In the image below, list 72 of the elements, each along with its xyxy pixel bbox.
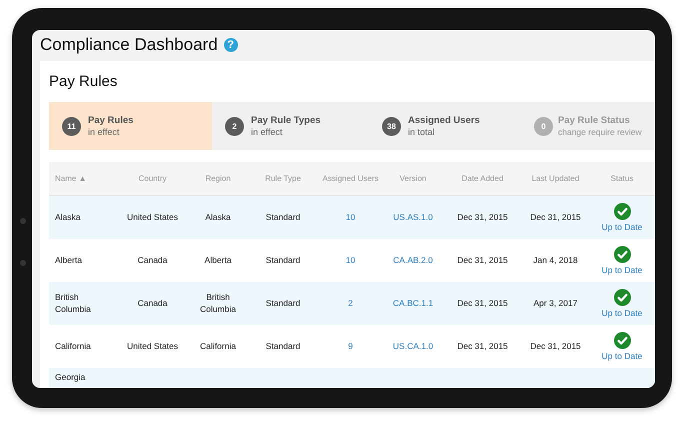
table-cell: Dec 31, 2015: [530, 340, 581, 352]
table-cell: Georgia: [55, 372, 86, 384]
table-cell: Dec 31, 2015: [457, 340, 508, 352]
table-cell: Jan 4, 2018: [533, 254, 578, 266]
table-cell-text: British Columbia: [55, 292, 92, 315]
version-link[interactable]: US.AS.1.0: [393, 212, 433, 224]
summary-subtitle: in effect: [88, 127, 120, 137]
summary-label: Assigned Users: [408, 115, 480, 126]
table-cell: Dec 31, 2015: [530, 212, 581, 224]
version-link[interactable]: CA.BC.1.1: [392, 298, 434, 310]
table-cell: Dec 31, 2015: [457, 254, 508, 266]
table-cell: Alberta: [55, 254, 82, 266]
version-link[interactable]: CA.AB.2.0: [393, 254, 433, 266]
count-badge: 0: [534, 116, 553, 136]
check-circle-icon: [614, 246, 630, 263]
table-cell: Alaska: [205, 212, 231, 224]
column-header[interactable]: Region: [205, 174, 231, 183]
table-row[interactable]: British Columbia Canada British Columbia Standard 2 CA.BC.1.1 Dec 31, 2015 Apr 3, 2017 Up to Date: [49, 282, 655, 325]
users-link[interactable]: 10: [346, 212, 356, 224]
table-cell: Canada: [138, 254, 168, 266]
version-link[interactable]: US.CA.1.0: [392, 340, 434, 352]
camera-dot-icon: [20, 260, 26, 266]
table-cell: Canada: [138, 298, 168, 310]
table-cell: Apr 3, 2017: [534, 298, 578, 310]
status-label: Up to Date: [602, 222, 642, 232]
check-circle-icon: [614, 332, 630, 349]
count-badge: 38: [382, 116, 401, 136]
table-cell: Alberta: [204, 254, 232, 266]
table-cell: Dec 31, 2015: [457, 212, 508, 224]
summary-label: Pay Rules: [88, 115, 134, 126]
status-label: Up to Date: [602, 308, 642, 318]
summary-tab[interactable]: 11 Pay Rules in effect: [49, 102, 212, 150]
summary-tab[interactable]: 38 Assigned Users in total: [369, 102, 526, 150]
table-cell: United States: [126, 212, 178, 224]
column-header[interactable]: Rule Type: [265, 174, 301, 183]
status-label: Up to Date: [602, 265, 642, 275]
table-cell: Dec 31, 2015: [457, 298, 508, 310]
help-icon[interactable]: ?: [224, 38, 238, 52]
table-cell: Standard: [266, 212, 300, 224]
panel-title: Pay Rules: [49, 72, 118, 92]
column-header[interactable]: Date Added: [462, 174, 504, 183]
table-cell: Standard: [266, 298, 300, 310]
users-link[interactable]: 9: [348, 340, 353, 352]
table-cell: California: [200, 340, 236, 352]
summary-subtitle: change require review: [558, 127, 642, 137]
count-badge: 2: [225, 116, 244, 136]
table-cell-text: British Columbia: [199, 292, 237, 315]
status-label: Up to Date: [602, 351, 642, 361]
column-header[interactable]: Status: [610, 174, 634, 183]
users-link[interactable]: 10: [346, 254, 356, 266]
table-cell: Standard: [266, 254, 300, 266]
column-header[interactable]: Assigned Users: [322, 174, 379, 183]
check-circle-icon: [614, 289, 630, 306]
column-header[interactable]: Name ▲: [55, 174, 86, 183]
summary-subtitle: in total: [408, 127, 436, 137]
table-row[interactable]: Alaska United States Alaska Standard 10 US.AS.1.0 Dec 31, 2015 Dec 31, 2015 Up to Date: [49, 196, 655, 239]
summary-label: Pay Rule Types: [251, 115, 321, 126]
column-header[interactable]: Version: [400, 174, 426, 183]
table-cell: California: [55, 340, 91, 352]
camera-dot-icon: [20, 218, 26, 224]
table-cell: Standard: [266, 340, 300, 352]
column-header[interactable]: Last Updated: [532, 174, 580, 183]
page-title: Compliance Dashboard: [40, 35, 218, 55]
users-link[interactable]: 2: [348, 298, 353, 310]
table-cell: United States: [126, 340, 178, 352]
column-header[interactable]: Country: [138, 174, 166, 183]
summary-subtitle: in effect: [251, 127, 284, 137]
summary-label: Pay Rule Status: [558, 115, 631, 126]
check-circle-icon: [614, 203, 630, 220]
count-badge: 11: [62, 116, 81, 136]
summary-tab[interactable]: 2 Pay Rule Types in effect: [212, 102, 369, 150]
table-cell: Alaska: [55, 212, 81, 224]
